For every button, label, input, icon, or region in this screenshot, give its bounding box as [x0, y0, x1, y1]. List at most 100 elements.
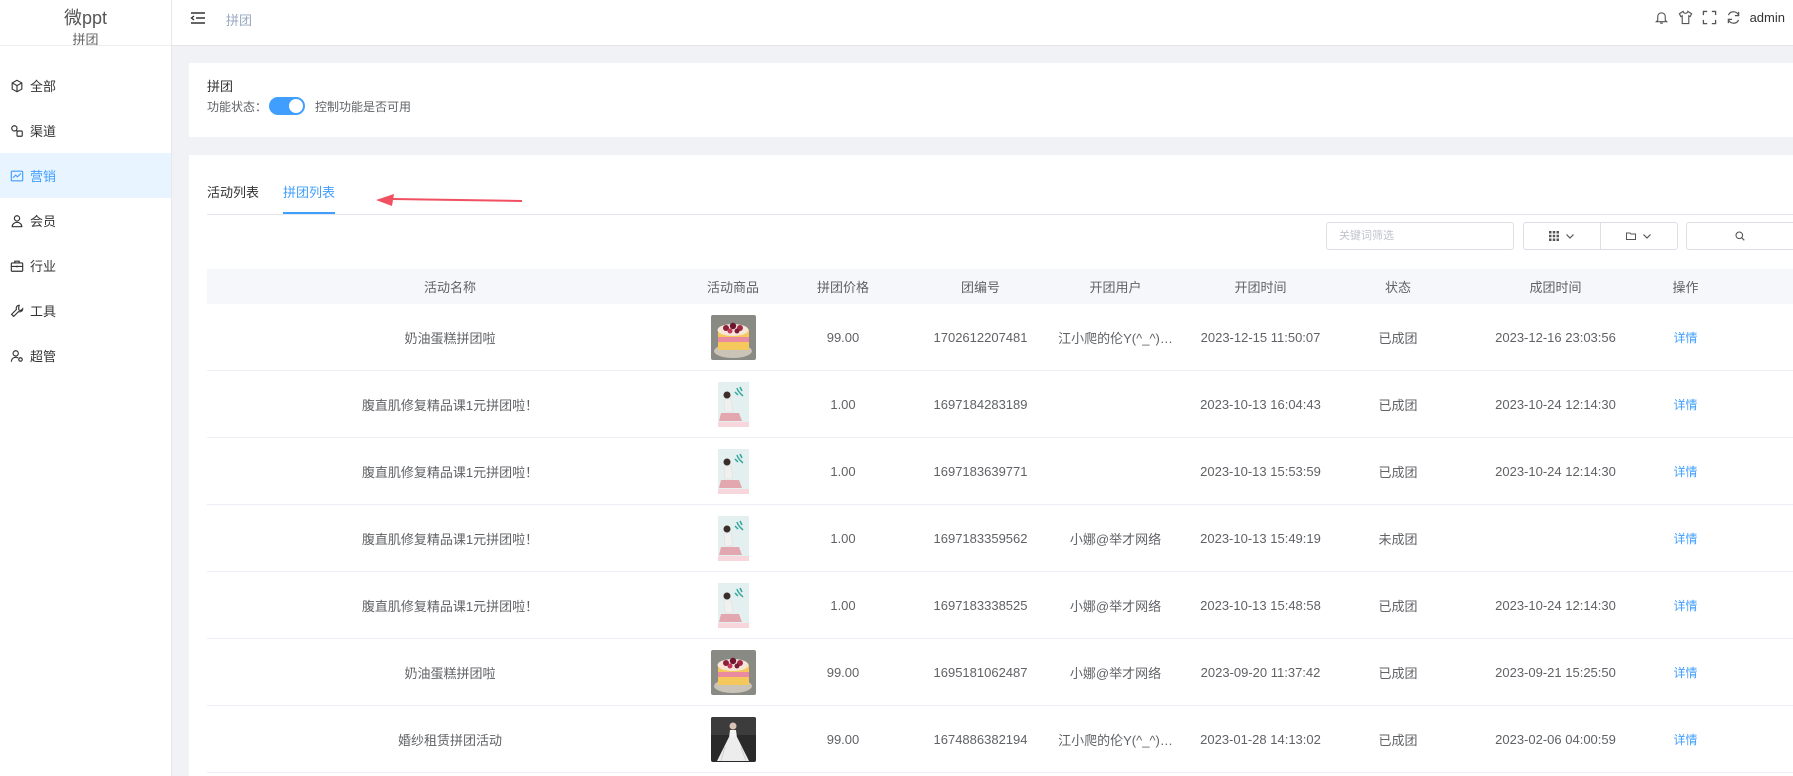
- product-image[interactable]: [710, 582, 756, 628]
- col-done-time: 成团时间: [1529, 280, 1582, 295]
- opener-user: 小娜@举才网络: [1069, 665, 1162, 681]
- header-actions: admin: [1654, 9, 1785, 25]
- fullscreen-icon[interactable]: [1702, 9, 1718, 25]
- cube-icon: [10, 79, 24, 93]
- sidebar-item-industry[interactable]: 行业: [0, 243, 171, 288]
- refresh-icon[interactable]: [1726, 9, 1742, 25]
- actions-cell: 详情: [1653, 463, 1718, 480]
- table-row: 腹直肌修复精品课1元拼团啦！ 1.00 1697183338525 小娜@举才网络 20…: [207, 572, 1793, 639]
- breadcrumb[interactable]: 拼团: [226, 10, 252, 29]
- col-actions: 操作: [1672, 280, 1699, 295]
- tab-group-list[interactable]: 拼团列表: [283, 182, 336, 214]
- group-price: 1.00: [830, 463, 856, 479]
- group-status: 已成团: [1378, 330, 1418, 346]
- keyword-filter-input[interactable]: [1326, 222, 1514, 250]
- detail-link[interactable]: 详情: [1673, 331, 1697, 345]
- product-image[interactable]: [710, 716, 756, 762]
- done-time: 2023-10-24 12:14:30: [1495, 396, 1616, 412]
- sidebar-item-tools[interactable]: 工具: [0, 288, 171, 333]
- group-status: 已成团: [1378, 665, 1418, 681]
- open-time: 2023-12-15 11:50:07: [1200, 329, 1321, 345]
- table-toolbar: [189, 222, 1793, 252]
- table-row: 奶油蛋糕拼团啦 99.00 1702612207481 江小爬的伦Y(^_^)… 202…: [207, 304, 1793, 371]
- app-subtitle: 拼团: [72, 32, 99, 47]
- sidebar-item-all[interactable]: 全部: [0, 63, 171, 108]
- activity-name: 腹直肌修复精品课1元拼团啦！: [361, 397, 539, 413]
- detail-link[interactable]: 详情: [1673, 666, 1697, 680]
- group-status: 已成团: [1378, 464, 1418, 480]
- sidebar: 微ppt 拼团 全部 渠道 营销 会员 行业 工具 超管: [0, 0, 172, 776]
- open-time: 2023-09-20 11:37:42: [1200, 664, 1321, 680]
- group-number: 1697184283189: [933, 396, 1028, 412]
- done-time: 2023-10-24 12:14:30: [1495, 463, 1616, 479]
- col-activity-product: 活动商品: [706, 280, 759, 295]
- group-price: 99.00: [826, 664, 860, 680]
- product-thumbnail-cell: [693, 448, 773, 494]
- product-thumbnail-cell: [693, 582, 773, 628]
- chevron-down-icon: [1566, 234, 1574, 239]
- group-status: 已成团: [1378, 397, 1418, 413]
- sidebar-item-channel[interactable]: 渠道: [0, 108, 171, 153]
- activity-name: 腹直肌修复精品课1元拼团啦！: [361, 531, 539, 547]
- sidebar-item-superadmin[interactable]: 超管: [0, 333, 171, 378]
- activity-name: 奶油蛋糕拼团啦: [404, 330, 496, 346]
- actions-cell: 详情: [1653, 396, 1718, 413]
- feature-status-card: 拼团 功能状态： 控制功能是否可用: [189, 63, 1793, 137]
- activity-name: 奶油蛋糕拼团啦: [404, 665, 496, 681]
- toggle-knob: [289, 99, 303, 113]
- annotation-arrow: [376, 194, 522, 206]
- group-number: 1702612207481: [933, 329, 1028, 345]
- detail-link[interactable]: 详情: [1673, 599, 1697, 613]
- tabs: 活动列表 拼团列表: [207, 182, 1793, 215]
- wrench-icon: [10, 304, 24, 318]
- chart-line-icon: [10, 169, 24, 183]
- actions-cell: 详情: [1653, 530, 1718, 547]
- current-user[interactable]: admin: [1750, 10, 1785, 25]
- feature-status-desc: 控制功能是否可用: [315, 100, 412, 114]
- product-thumbnail-cell: [693, 314, 773, 360]
- detail-link[interactable]: 详情: [1673, 465, 1697, 479]
- product-image[interactable]: [710, 649, 756, 695]
- brand: 微ppt 拼团: [0, 0, 171, 47]
- actions-cell: 详情: [1653, 731, 1718, 748]
- shirt-icon[interactable]: [1678, 9, 1694, 25]
- detail-link[interactable]: 详情: [1673, 532, 1697, 546]
- sidebar-menu: 全部 渠道 营销 会员 行业 工具 超管: [0, 63, 171, 378]
- group-number: 1697183639771: [933, 463, 1028, 479]
- sidebar-item-marketing[interactable]: 营销: [0, 153, 171, 198]
- feature-toggle[interactable]: [269, 97, 305, 115]
- search-button[interactable]: [1686, 222, 1793, 250]
- done-time: 2023-12-16 23:03:56: [1495, 329, 1616, 345]
- actions-cell: 详情: [1653, 329, 1718, 346]
- group-price: 1.00: [830, 597, 856, 613]
- col-activity-name: 活动名称: [423, 280, 476, 295]
- group-number: 1697183359562: [933, 530, 1028, 546]
- detail-link[interactable]: 详情: [1673, 398, 1697, 412]
- menu-toggle-icon[interactable]: [190, 11, 206, 25]
- product-image[interactable]: [710, 448, 756, 494]
- opener-user: 江小爬的伦Y(^_^)…: [1058, 732, 1173, 748]
- done-time: 2023-09-21 15:25:50: [1495, 664, 1616, 680]
- product-image[interactable]: [710, 381, 756, 427]
- product-image[interactable]: [710, 314, 756, 360]
- group-status: 已成团: [1378, 598, 1418, 614]
- briefcase-icon: [10, 259, 24, 273]
- folder-filter-button[interactable]: [1600, 222, 1678, 250]
- grid-view-button[interactable]: [1523, 222, 1601, 250]
- group-status: 未成团: [1378, 531, 1418, 547]
- activity-name: 婚纱租赁拼团活动: [397, 732, 502, 748]
- sidebar-item-member[interactable]: 会员: [0, 198, 171, 243]
- group-status: 已成团: [1378, 732, 1418, 748]
- bell-icon[interactable]: [1654, 9, 1670, 25]
- group-number: 1697183338525: [933, 597, 1028, 613]
- admin-user-icon: [10, 349, 24, 363]
- product-image[interactable]: [710, 515, 756, 561]
- actions-cell: 详情: [1653, 597, 1718, 614]
- sidebar-item-label: 行业: [30, 259, 57, 274]
- detail-link[interactable]: 详情: [1673, 733, 1697, 747]
- table-row: 奶油蛋糕拼团啦 99.00 1695181062487 小娜@举才网络 2023-09-…: [207, 639, 1793, 706]
- group-price: 99.00: [826, 329, 860, 345]
- tab-activity-list[interactable]: 活动列表: [207, 182, 259, 214]
- channel-icon: [10, 124, 24, 138]
- actions-cell: 详情: [1653, 664, 1718, 681]
